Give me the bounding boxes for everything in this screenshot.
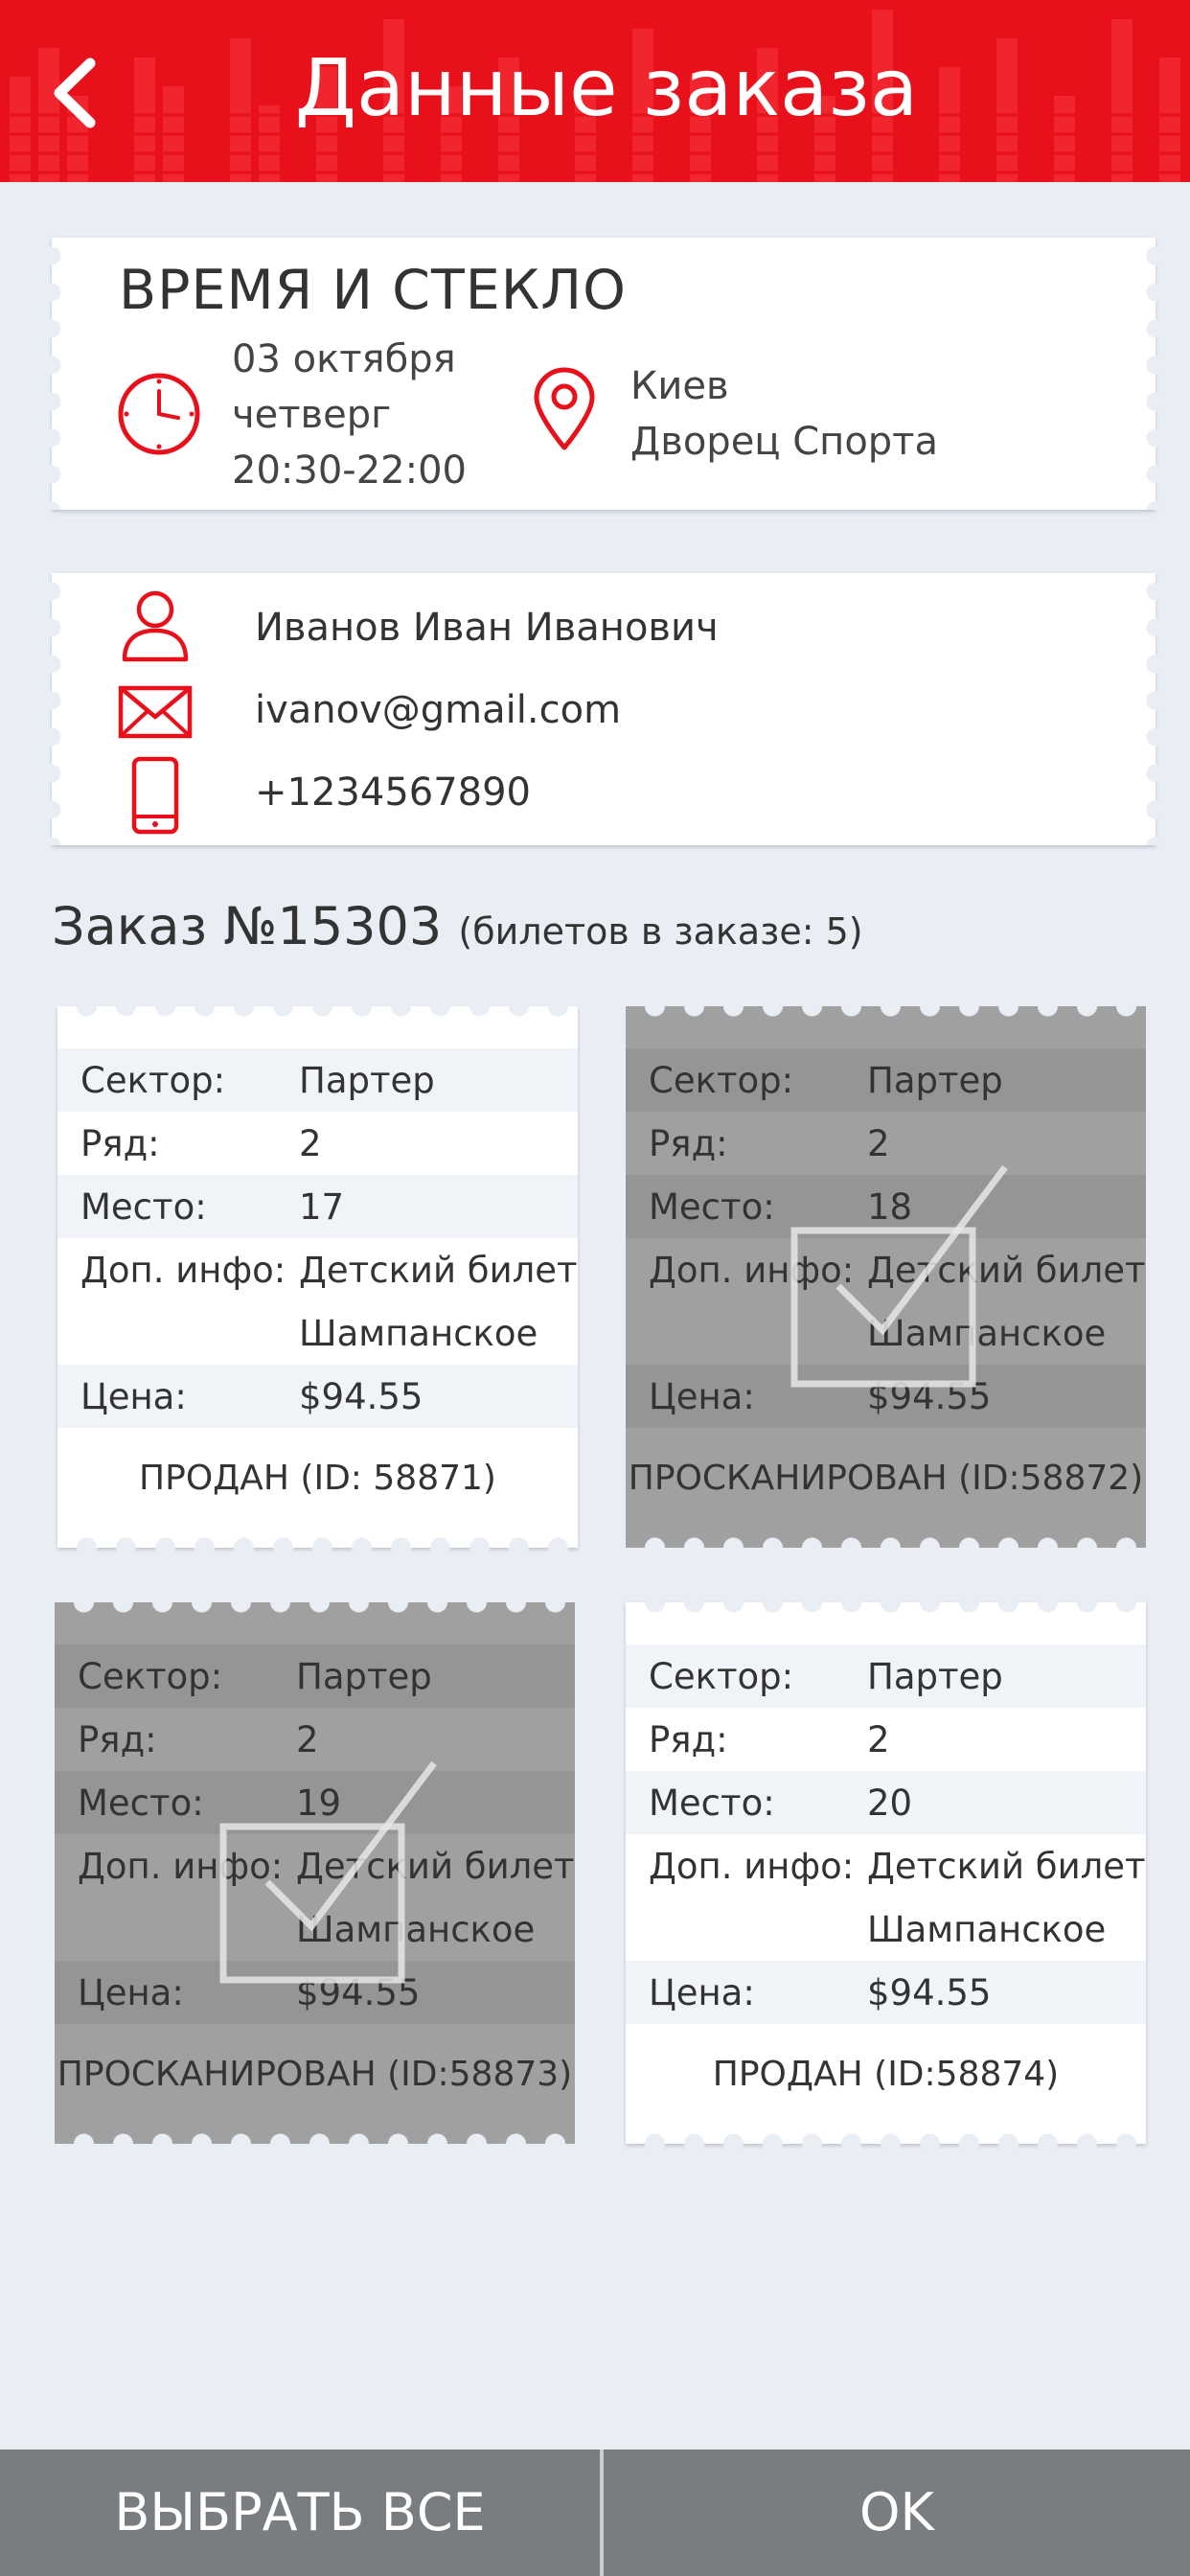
ticket-seat-label: Место: bbox=[78, 1782, 204, 1824]
ticket-seat: 20 bbox=[867, 1782, 913, 1824]
ticket-price: $94.55 bbox=[867, 1972, 992, 2013]
order-ticket-count: (билетов в заказе: 5) bbox=[458, 910, 863, 953]
location-pin-icon bbox=[534, 367, 595, 450]
ticket-status: ПРОСКАНИРОВАН (ID:58872) bbox=[628, 1459, 1144, 1498]
ticket-price-label: Цена: bbox=[649, 1972, 755, 2013]
ticket-row: 2 bbox=[867, 1123, 890, 1164]
ticket-sector-row: Сектор: Партер bbox=[626, 1048, 1146, 1112]
header: Данные заказа bbox=[0, 0, 1190, 182]
event-time: 20:30-22:00 bbox=[232, 448, 467, 493]
event-datetime: 03 октября четверг 20:30-22:00 bbox=[232, 332, 467, 498]
ticket-sector-label: Сектор: bbox=[649, 1656, 794, 1697]
ticket-sector: Партер bbox=[296, 1656, 432, 1697]
ticket-seat-label: Место: bbox=[80, 1186, 207, 1228]
ticket-extra-1: Детский билет bbox=[867, 1846, 1146, 1887]
order-number: Заказ №15303 bbox=[52, 896, 443, 956]
order-details-screen: Данные заказа ВРЕМЯ И СТЕКЛО 03 октября … bbox=[0, 0, 1190, 2576]
ticket-card[interactable]: Сектор: Партер Ряд: 2 Место: 20 Доп. инфо: Д… bbox=[626, 1592, 1146, 2154]
checkmark-icon bbox=[219, 1760, 437, 1984]
ticket-seat: 17 bbox=[299, 1186, 345, 1228]
ticket-sector-label: Сектор: bbox=[649, 1060, 794, 1101]
customer-card: Иванов Иван Иванович ivanov@gmail.com +1… bbox=[41, 573, 1166, 845]
ticket-status: ПРОДАН (ID: 58871) bbox=[139, 1459, 496, 1498]
customer-phone-row: +1234567890 bbox=[52, 755, 1156, 838]
event-date: 03 октября bbox=[232, 337, 456, 381]
customer-name: Иванов Иван Иванович bbox=[255, 606, 719, 650]
event-city: Киев bbox=[630, 364, 729, 408]
ticket-price-label: Цена: bbox=[649, 1376, 755, 1417]
ticket-price-label: Цена: bbox=[80, 1376, 187, 1417]
event-name: ВРЕМЯ И СТЕКЛО bbox=[119, 259, 627, 322]
ticket-sector: Партер bbox=[867, 1060, 1003, 1101]
customer-phone: +1234567890 bbox=[255, 770, 532, 815]
event-card: ВРЕМЯ И СТЕКЛО 03 октября четверг 20:30-… bbox=[41, 238, 1166, 510]
ok-button[interactable]: OK bbox=[604, 2450, 1190, 2576]
user-icon bbox=[122, 590, 189, 662]
ticket-sector: Партер bbox=[299, 1060, 435, 1101]
ticket-row-row: Ряд: 2 bbox=[57, 1112, 578, 1175]
ticket-card[interactable]: Сектор: Партер Ряд: 2 Место: 17 Доп. инфо: Д… bbox=[57, 996, 578, 1558]
ticket-extra-label: Доп. инфо: bbox=[80, 1250, 286, 1291]
ticket-price-label: Цена: bbox=[78, 1972, 184, 2013]
ticket-price: $94.55 bbox=[299, 1376, 423, 1417]
ticket-seat-label: Место: bbox=[649, 1186, 775, 1228]
ticket-seat-row: Место: 17 bbox=[57, 1175, 578, 1238]
ticket-extra-2: Шампанское bbox=[867, 1909, 1107, 1950]
ticket-row-label: Ряд: bbox=[78, 1719, 157, 1760]
ticket-sector-label: Сектор: bbox=[80, 1060, 226, 1101]
customer-email-row: ivanov@gmail.com bbox=[52, 680, 1156, 763]
envelope-icon bbox=[118, 685, 193, 739]
ticket-card[interactable]: Сектор: Партер Ряд: 2 Место: 18 Доп. инфо: Д… bbox=[626, 996, 1146, 1558]
ticket-row: 2 bbox=[867, 1719, 890, 1760]
ticket-row-label: Ряд: bbox=[80, 1123, 160, 1164]
event-weekday: четверг bbox=[232, 393, 392, 437]
ticket-row-label: Ряд: bbox=[649, 1123, 728, 1164]
ticket-status: ПРОСКАНИРОВАН (ID:58873) bbox=[57, 2055, 573, 2094]
ticket-seat-row: Место: 20 bbox=[626, 1771, 1146, 1834]
ticket-sector-row: Сектор: Партер bbox=[57, 1048, 578, 1112]
ticket-extra-2: Шампанское bbox=[299, 1313, 538, 1354]
page-title: Данные заказа bbox=[294, 43, 919, 134]
checkmark-icon bbox=[790, 1164, 1008, 1388]
ticket-row-label: Ряд: bbox=[649, 1719, 728, 1760]
ticket-row: 2 bbox=[296, 1719, 319, 1760]
select-all-button[interactable]: ВЫБРАТЬ ВСЕ bbox=[0, 2450, 600, 2576]
ticket-extra-1: Детский билет bbox=[299, 1250, 578, 1291]
ticket-row: 2 bbox=[299, 1123, 322, 1164]
ticket-row-row: Ряд: 2 bbox=[626, 1708, 1146, 1771]
event-place: Киев Дворец Спорта bbox=[630, 358, 938, 470]
ticket-extra-row: Доп. инфо: Детский билет Шампанское bbox=[57, 1238, 578, 1365]
clock-icon bbox=[118, 373, 200, 455]
customer-name-row: Иванов Иван Иванович bbox=[52, 586, 1156, 669]
ticket-sector-row: Сектор: Партер bbox=[626, 1644, 1146, 1708]
ticket-price-row: Цена: $94.55 bbox=[57, 1365, 578, 1428]
ticket-price-row: Цена: $94.55 bbox=[626, 1961, 1146, 2024]
ticket-sector-label: Сектор: bbox=[78, 1656, 223, 1697]
order-title: Заказ №15303 (билетов в заказе: 5) bbox=[52, 896, 863, 956]
ticket-status: ПРОДАН (ID:58874) bbox=[712, 2055, 1060, 2094]
ticket-sector: Партер bbox=[867, 1656, 1003, 1697]
ticket-extra-row: Доп. инфо: Детский билет Шампанское bbox=[626, 1834, 1146, 1961]
ticket-seat-label: Место: bbox=[649, 1782, 775, 1824]
ticket-card[interactable]: Сектор: Партер Ряд: 2 Место: 19 Доп. инфо: Д… bbox=[55, 1592, 575, 2154]
customer-email: ivanov@gmail.com bbox=[255, 688, 622, 732]
phone-icon bbox=[131, 756, 179, 835]
ticket-extra-label: Доп. инфо: bbox=[649, 1846, 855, 1887]
ticket-sector-row: Сектор: Партер bbox=[55, 1644, 575, 1708]
footer-bar: ВЫБРАТЬ ВСЕ OK bbox=[0, 2450, 1190, 2576]
event-venue: Дворец Спорта bbox=[630, 420, 938, 464]
